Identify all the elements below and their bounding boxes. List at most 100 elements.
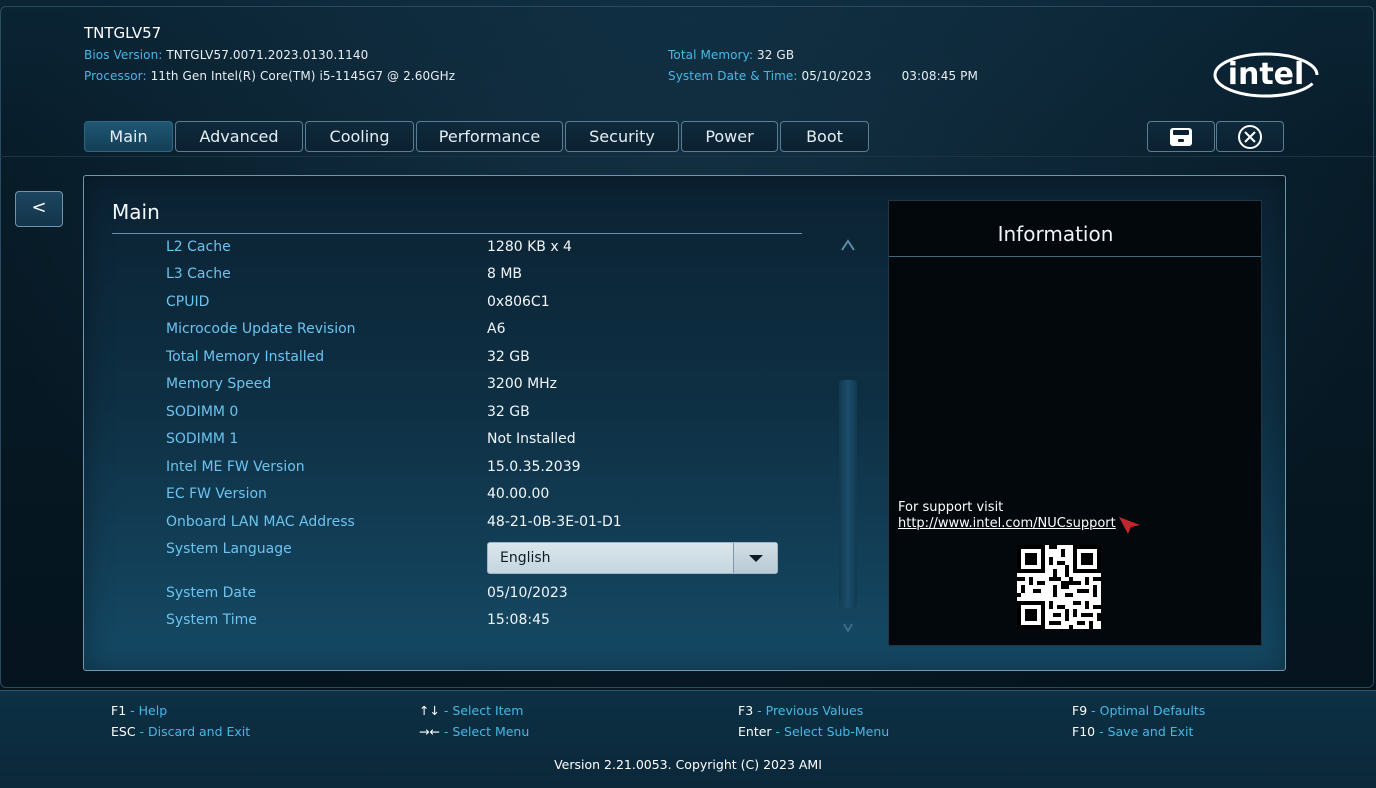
- row-value-system-date[interactable]: 05/10/2023: [487, 585, 568, 601]
- row-value-memory-speed: 3200 MHz: [487, 376, 558, 392]
- scroll-up-icon[interactable]: [839, 238, 857, 252]
- row-label-sodimm-0[interactable]: SODIMM 0: [166, 404, 238, 420]
- row-value-l2-cache: 1280 KB x 4: [487, 239, 572, 255]
- tab-advanced[interactable]: Advanced: [175, 121, 303, 152]
- footer-separator: -: [1095, 724, 1108, 739]
- language-dropdown-button[interactable]: [733, 543, 777, 573]
- support-text: For support visit: [898, 500, 1004, 515]
- row-label-lan-mac[interactable]: Onboard LAN MAC Address: [166, 514, 355, 530]
- version-text: Version 2.21.0053. Copyright (C) 2023 AM…: [554, 757, 822, 772]
- footer-desc: Select Menu: [452, 724, 530, 739]
- footer-hint-select-menu: →← - Select Menu: [419, 724, 529, 739]
- row-value-total-memory: 32 GB: [487, 349, 530, 365]
- footer-key: F1: [111, 703, 127, 718]
- row-label-cpuid[interactable]: CPUID: [166, 294, 209, 310]
- row-label-l3-cache[interactable]: L3 Cache: [166, 266, 231, 282]
- save-icon: [1170, 127, 1192, 146]
- bios-version: Bios Version: TNTGLV57.0071.2023.0130.11…: [84, 48, 368, 62]
- footer-hint-previous-values: F3 - Previous Values: [738, 703, 863, 718]
- footer-desc: Save and Exit: [1107, 724, 1194, 739]
- chevron-down-icon: [749, 555, 763, 562]
- close-circle-icon: [1238, 124, 1262, 149]
- footer-separator: -: [439, 724, 453, 739]
- system-date-time-label: System Date & Time:: [668, 69, 798, 83]
- row-label-sodimm-1[interactable]: SODIMM 1: [166, 431, 238, 447]
- footer-hint-optimal-defaults: F9 - Optimal Defaults: [1072, 703, 1205, 718]
- bios-version-label: Bios Version:: [84, 48, 163, 62]
- footer-key: →←: [419, 724, 440, 739]
- row-label-system-time[interactable]: System Time: [166, 612, 257, 628]
- footer-hint-select-submenu: Enter - Select Sub-Menu: [738, 724, 889, 739]
- exit-button[interactable]: [1216, 121, 1284, 152]
- footer-key: Enter: [738, 724, 772, 739]
- intel-logo-text: intel: [1228, 57, 1305, 92]
- row-label-ec-fw-version[interactable]: EC FW Version: [166, 486, 267, 502]
- footer-separator: -: [771, 724, 785, 739]
- row-value-sodimm-1: Not Installed: [487, 431, 576, 447]
- tab-main[interactable]: Main: [84, 121, 173, 152]
- footer-separator: -: [439, 703, 453, 718]
- intel-logo: intel: [1213, 52, 1319, 98]
- footer-key: F9: [1072, 703, 1088, 718]
- total-memory-value: 32 GB: [757, 48, 795, 62]
- system-date-value: 05/10/2023: [801, 69, 872, 83]
- scroll-thumb[interactable]: [839, 380, 857, 608]
- scroll-down-icon[interactable]: [839, 620, 857, 634]
- footer-separator: -: [135, 724, 149, 739]
- language-select[interactable]: English: [487, 542, 778, 574]
- row-label-memory-speed[interactable]: Memory Speed: [166, 376, 271, 392]
- footer-desc: Help: [138, 703, 168, 718]
- row-label-me-fw-version[interactable]: Intel ME FW Version: [166, 459, 305, 475]
- footer-desc: Select Sub-Menu: [784, 724, 890, 739]
- row-value-cpuid: 0x806C1: [487, 294, 550, 310]
- row-value-me-fw-version: 15.0.35.2039: [487, 459, 581, 475]
- tab-performance[interactable]: Performance: [416, 121, 563, 152]
- page-title: Main: [112, 200, 160, 224]
- row-label-microcode[interactable]: Microcode Update Revision: [166, 321, 356, 337]
- board-name: TNTGLV57: [84, 24, 162, 42]
- footer-hint-discard-exit: ESC - Discard and Exit: [111, 724, 250, 739]
- footer-hint-help: F1 - Help: [111, 703, 167, 718]
- language-select-value: English: [500, 550, 551, 566]
- footer-desc: Previous Values: [765, 703, 864, 718]
- footer-key: F3: [738, 703, 754, 718]
- tab-cooling[interactable]: Cooling: [305, 121, 414, 152]
- row-value-microcode: A6: [487, 321, 506, 337]
- row-value-system-time[interactable]: 15:08:45: [487, 612, 550, 628]
- tab-boot[interactable]: Boot: [780, 121, 869, 152]
- row-value-ec-fw-version: 40.00.00: [487, 486, 550, 502]
- mouse-cursor-icon: [1119, 517, 1140, 534]
- row-label-system-date[interactable]: System Date: [166, 585, 256, 601]
- bios-version-value: TNTGLV57.0071.2023.0130.1140: [166, 48, 369, 62]
- row-value-sodimm-0: 32 GB: [487, 404, 530, 420]
- row-value-l3-cache: 8 MB: [487, 266, 523, 282]
- footer-key: ESC: [111, 724, 136, 739]
- total-memory-label: Total Memory:: [668, 48, 754, 62]
- qr-code-icon: [1017, 545, 1101, 629]
- footer-key: ↑↓: [419, 703, 440, 718]
- tab-power[interactable]: Power: [681, 121, 778, 152]
- row-label-l2-cache[interactable]: L2 Cache: [166, 239, 231, 255]
- information-divider: [889, 256, 1261, 257]
- footer-desc: Select Item: [452, 703, 524, 718]
- row-value-lan-mac: 48-21-0B-3E-01-D1: [487, 514, 622, 530]
- processor-info: Processor: 11th Gen Intel(R) Core(TM) i5…: [84, 69, 455, 83]
- system-time-value: 03:08:45 PM: [901, 69, 978, 83]
- processor-value: 11th Gen Intel(R) Core(TM) i5-1145G7 @ 2…: [150, 69, 456, 83]
- footer-key: F10: [1072, 724, 1096, 739]
- total-memory: Total Memory: 32 GB: [668, 48, 794, 62]
- footer-separator: -: [1087, 703, 1100, 718]
- row-label-system-language[interactable]: System Language: [166, 541, 292, 557]
- support-link[interactable]: http://www.intel.com/NUCsupport: [898, 516, 1116, 531]
- row-label-total-memory[interactable]: Total Memory Installed: [166, 349, 324, 365]
- footer-desc: Optimal Defaults: [1099, 703, 1206, 718]
- footer-separator: -: [753, 703, 766, 718]
- footer-desc: Discard and Exit: [148, 724, 251, 739]
- information-title: Information: [997, 222, 1114, 246]
- back-button[interactable]: <: [15, 191, 63, 227]
- title-divider: [112, 233, 802, 234]
- header-separator: [0, 156, 1376, 157]
- save-button[interactable]: [1147, 121, 1215, 152]
- tab-security[interactable]: Security: [565, 121, 679, 152]
- footer-hint-save-exit: F10 - Save and Exit: [1072, 724, 1193, 739]
